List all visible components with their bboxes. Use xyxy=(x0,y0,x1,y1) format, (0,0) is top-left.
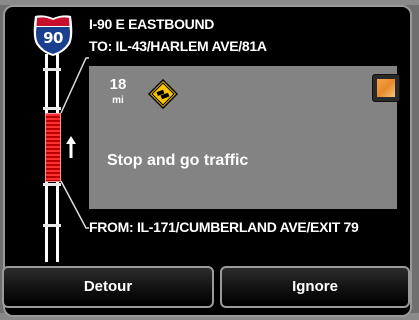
detour-button[interactable]: Detour xyxy=(2,266,214,308)
interstate-shield-icon: 90 xyxy=(32,14,74,57)
distance-unit: mi xyxy=(112,95,124,106)
ignore-button[interactable]: Ignore xyxy=(220,266,410,308)
map-icon xyxy=(377,79,395,97)
road-title: I-90 E EASTBOUND xyxy=(89,16,215,32)
traffic-warning-icon xyxy=(148,79,178,109)
incident-message: Stop and go traffic xyxy=(107,152,249,169)
to-label: TO: IL-43/HARLEM AVE/81A xyxy=(89,38,267,54)
incident-distance: 18 xyxy=(109,76,127,93)
map-view-button[interactable] xyxy=(372,74,400,102)
from-label: FROM: IL-171/CUMBERLAND AVE/EXIT 79 xyxy=(89,219,359,235)
shield-number: 90 xyxy=(43,29,63,47)
incident-panel xyxy=(89,66,397,209)
